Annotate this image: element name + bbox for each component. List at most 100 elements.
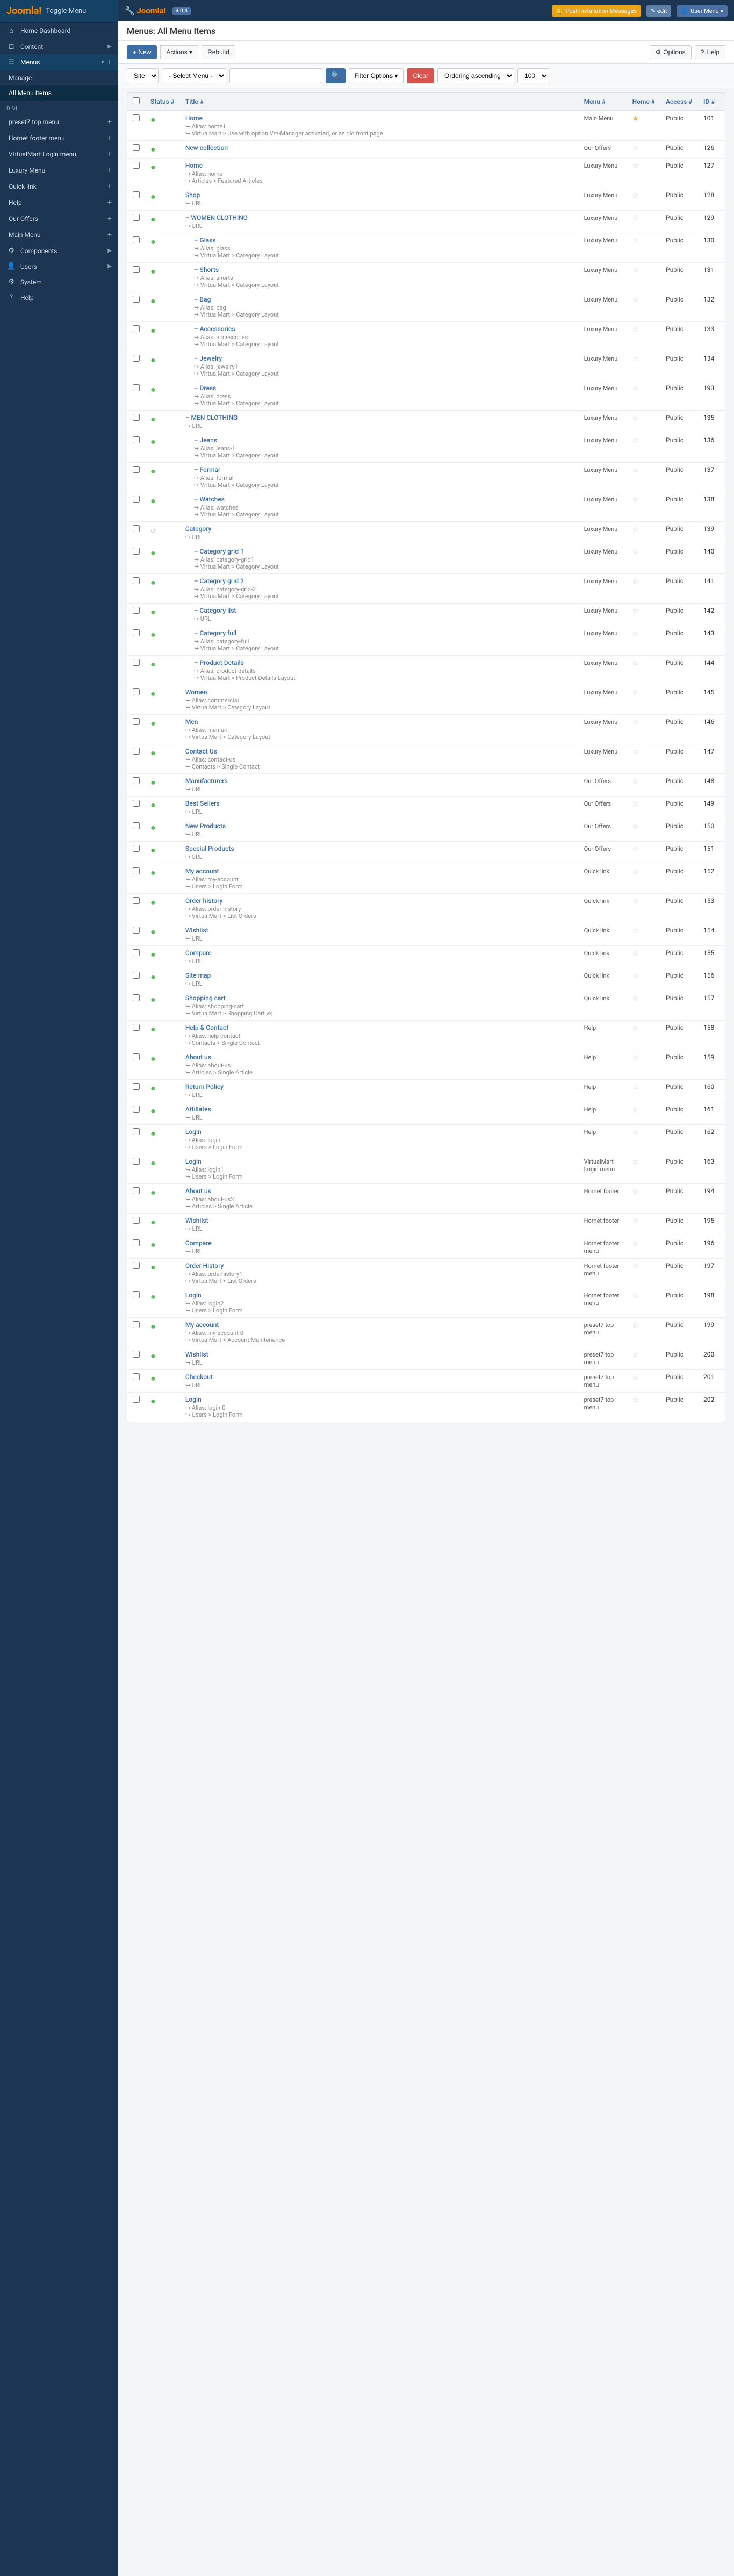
status-badge[interactable]: ● xyxy=(150,800,156,810)
sidebar-item-quick-link[interactable]: Quick link + xyxy=(0,178,118,195)
sidebar-item-luxury[interactable]: Luxury Menu + xyxy=(0,162,118,178)
row-checkbox[interactable] xyxy=(133,688,140,695)
menu-item-link[interactable]: Special Products xyxy=(185,845,234,852)
row-checkbox[interactable] xyxy=(133,1373,140,1380)
menu-item-link[interactable]: Wishlist xyxy=(185,1351,208,1358)
sidebar-item-vm-login[interactable]: VirtualMart Login menu + xyxy=(0,146,118,162)
status-badge[interactable]: ● xyxy=(150,1024,156,1034)
menu-item-link[interactable]: Home xyxy=(185,114,203,122)
row-checkbox[interactable] xyxy=(133,777,140,784)
status-badge[interactable]: ● xyxy=(150,436,156,447)
row-checkbox[interactable] xyxy=(133,191,140,198)
menu-item-link[interactable]: – Shorts xyxy=(194,266,219,274)
preset7-add-icon[interactable]: + xyxy=(107,118,112,126)
row-checkbox[interactable] xyxy=(133,897,140,904)
sidebar-item-main-menu[interactable]: Main Menu + xyxy=(0,227,118,243)
row-checkbox[interactable] xyxy=(133,266,140,273)
status-badge[interactable]: ● xyxy=(150,972,156,982)
row-checkbox[interactable] xyxy=(133,994,140,1001)
options-button[interactable]: ⚙ Options xyxy=(650,45,692,59)
menu-item-link[interactable]: Login xyxy=(185,1291,202,1299)
status-badge[interactable]: ● xyxy=(150,1083,156,1093)
edit-button[interactable]: ✎ edit xyxy=(646,5,671,17)
status-badge[interactable]: ● xyxy=(150,1396,156,1406)
row-checkbox[interactable] xyxy=(133,436,140,443)
select-menu-dropdown[interactable]: - Select Menu - xyxy=(162,68,226,83)
row-checkbox[interactable] xyxy=(133,1128,140,1135)
menu-item-link[interactable]: New collection xyxy=(185,144,228,152)
menu-item-link[interactable]: – WOMEN CLOTHING xyxy=(185,214,248,221)
hornet-add-icon[interactable]: + xyxy=(107,134,112,142)
menu-item-link[interactable]: Affiliates xyxy=(185,1106,211,1113)
site-select[interactable]: Site xyxy=(127,68,159,83)
row-checkbox[interactable] xyxy=(133,1187,140,1194)
status-badge[interactable]: ● xyxy=(150,1321,156,1331)
status-badge[interactable]: ● xyxy=(150,384,156,394)
menu-item-link[interactable]: Compare xyxy=(185,949,212,957)
status-sort-link[interactable]: Status # xyxy=(150,98,175,105)
menu-item-link[interactable]: Login xyxy=(185,1158,202,1165)
sidebar-item-manage[interactable]: Manage xyxy=(0,70,118,85)
row-checkbox[interactable] xyxy=(133,800,140,807)
search-input[interactable] xyxy=(229,68,322,83)
home-star-icon[interactable]: ★ xyxy=(632,114,639,123)
menu-item-link[interactable]: – Accessories xyxy=(194,325,235,333)
menu-sort-link[interactable]: Menu # xyxy=(584,98,606,105)
row-checkbox[interactable] xyxy=(133,355,140,362)
menu-item-link[interactable]: – Product Details xyxy=(194,659,244,666)
row-checkbox[interactable] xyxy=(133,949,140,956)
menu-item-link[interactable]: Category xyxy=(185,525,212,533)
row-checkbox[interactable] xyxy=(133,162,140,169)
help-button[interactable]: ? Help xyxy=(695,45,725,59)
menu-item-link[interactable]: New Products xyxy=(185,822,226,830)
select-all-checkbox[interactable] xyxy=(133,97,140,104)
menu-item-link[interactable]: Site map xyxy=(185,972,211,979)
status-badge[interactable]: ● xyxy=(150,777,156,787)
rebuild-button[interactable]: Rebuild xyxy=(202,45,235,59)
sidebar-item-preset7[interactable]: preset7 top menu + xyxy=(0,114,118,130)
menu-item-link[interactable]: About us xyxy=(185,1053,211,1061)
sidebar-item-hornet-footer[interactable]: Hornet footer menu + xyxy=(0,130,118,146)
menu-item-link[interactable]: My account xyxy=(185,867,219,875)
user-menu-button[interactable]: 👤 User Menu ▾ xyxy=(677,5,728,17)
row-checkbox[interactable] xyxy=(133,144,140,151)
menu-item-link[interactable]: Help & Contact xyxy=(185,1024,228,1031)
status-badge[interactable]: ● xyxy=(150,1106,156,1116)
status-badge[interactable]: ● xyxy=(150,629,156,640)
status-badge[interactable]: ● xyxy=(150,214,156,224)
row-checkbox[interactable] xyxy=(133,325,140,332)
status-badge[interactable]: ● xyxy=(150,748,156,758)
status-badge[interactable]: ● xyxy=(150,867,156,878)
menu-item-link[interactable]: – Bag xyxy=(194,296,211,303)
menu-item-link[interactable]: – Formal xyxy=(194,466,220,473)
status-badge[interactable]: ● xyxy=(150,1351,156,1361)
install-messages-button[interactable]: 🔔 Post Installation Messages xyxy=(552,5,641,17)
menu-item-link[interactable]: Order history xyxy=(185,897,223,905)
row-checkbox[interactable] xyxy=(133,296,140,303)
sidebar-item-system[interactable]: ⚙ System xyxy=(0,274,118,290)
sidebar-item-menus[interactable]: ☰ Menus ▼ + xyxy=(0,54,118,70)
status-badge[interactable]: ● xyxy=(150,236,156,247)
row-checkbox[interactable] xyxy=(133,927,140,934)
row-checkbox[interactable] xyxy=(133,496,140,503)
menu-item-link[interactable]: – Watches xyxy=(194,496,225,503)
access-sort-link[interactable]: Access # xyxy=(666,98,692,105)
row-checkbox[interactable] xyxy=(133,822,140,829)
sidebar-item-users[interactable]: 👤 Users ▶ xyxy=(0,259,118,274)
menu-item-link[interactable]: – MEN CLOTHING xyxy=(185,414,238,421)
row-checkbox[interactable] xyxy=(133,629,140,636)
status-badge[interactable]: ● xyxy=(150,1373,156,1383)
menu-item-link[interactable]: – Jeans xyxy=(194,436,217,444)
vm-login-add-icon[interactable]: + xyxy=(107,150,112,159)
row-checkbox[interactable] xyxy=(133,384,140,391)
ordering-select[interactable]: Ordering ascending xyxy=(437,68,514,83)
main-menu-add-icon[interactable]: + xyxy=(107,231,112,239)
count-select[interactable]: 100 xyxy=(517,68,549,83)
menu-item-link[interactable]: Shopping cart xyxy=(185,994,226,1002)
row-checkbox[interactable] xyxy=(133,1262,140,1269)
sidebar-item-our-offers[interactable]: Our Offers + xyxy=(0,211,118,227)
menu-item-link[interactable]: Checkout xyxy=(185,1373,213,1381)
menu-item-link[interactable]: Contact Us xyxy=(185,748,217,755)
row-checkbox[interactable] xyxy=(133,236,140,243)
new-button[interactable]: + New xyxy=(127,45,157,59)
